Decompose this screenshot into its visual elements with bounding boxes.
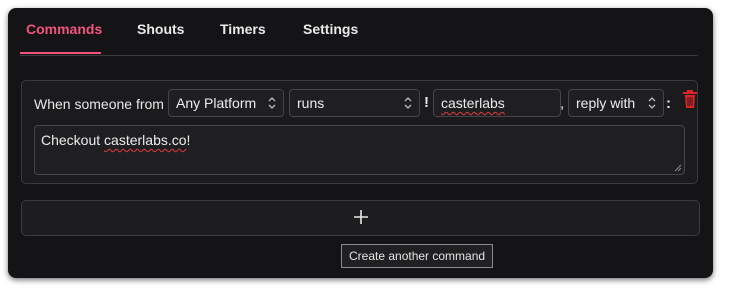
chevron-updown-icon	[268, 97, 276, 109]
response-select-value: reply with	[576, 95, 636, 111]
chevron-updown-icon	[404, 97, 412, 109]
response-textarea[interactable]: Checkout casterlabs.co!	[34, 125, 685, 175]
response-select[interactable]: reply with	[568, 89, 664, 117]
active-tab-indicator	[20, 52, 101, 54]
command-prefix-label: When someone from	[34, 96, 164, 112]
action-select-value: runs	[297, 95, 325, 111]
resize-handle-icon[interactable]	[674, 164, 682, 172]
tab-bar: Commands Shouts Timers Settings	[20, 8, 698, 56]
trash-icon[interactable]	[682, 89, 698, 109]
tab-commands[interactable]: Commands	[26, 21, 102, 37]
comma-separator: ,	[560, 95, 565, 112]
command-card: When someone from Any Platform runs ! ca…	[21, 80, 698, 184]
trigger-symbol: !	[424, 94, 429, 111]
trigger-input[interactable]: casterlabs	[433, 89, 561, 117]
colon-separator: :	[666, 95, 671, 112]
tab-timers[interactable]: Timers	[220, 21, 266, 37]
add-command-tooltip: Create another command	[341, 244, 494, 268]
platform-select-value: Any Platform	[176, 95, 257, 111]
chevron-updown-icon	[648, 97, 656, 109]
action-select[interactable]: runs	[289, 89, 420, 117]
commands-window: Commands Shouts Timers Settings When som…	[8, 8, 713, 278]
trigger-input-value: casterlabs	[441, 95, 505, 111]
add-command-button[interactable]	[21, 200, 700, 236]
plus-icon	[354, 210, 368, 224]
response-text: Checkout casterlabs.co!	[41, 132, 191, 148]
tab-settings[interactable]: Settings	[303, 21, 358, 37]
tab-shouts[interactable]: Shouts	[137, 21, 184, 37]
platform-select[interactable]: Any Platform	[168, 89, 284, 117]
